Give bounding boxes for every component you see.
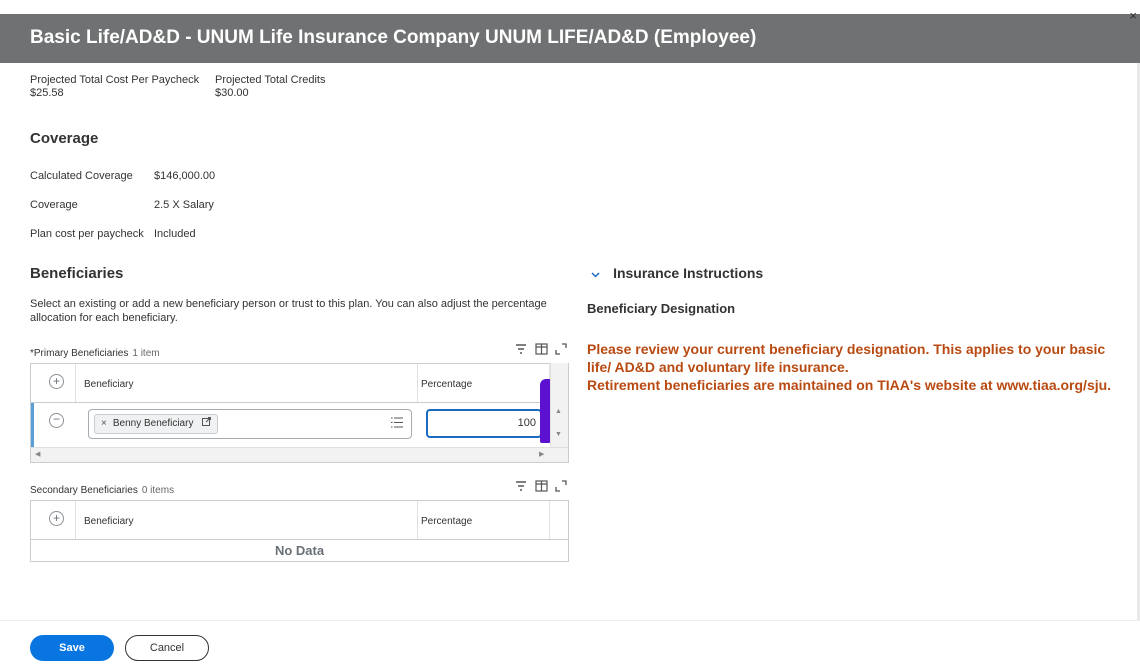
plan-cost-value: Included <box>154 228 196 240</box>
secondary-beneficiaries-grid: + Beneficiary Percentage No Data <box>30 500 569 562</box>
scroll-right-icon[interactable]: ▶ <box>539 450 544 458</box>
beneficiaries-description: Select an existing or add a new benefici… <box>30 298 547 324</box>
coverage-value: 2.5 X Salary <box>154 199 214 211</box>
secondary-count: 0 items <box>141 485 175 496</box>
insurance-instructions-toggle[interactable]: Insurance Instructions <box>591 265 763 281</box>
projected-credits-value: $30.00 <box>215 87 249 99</box>
calculated-coverage-label: Calculated Coverage <box>30 170 133 182</box>
expand-icon[interactable] <box>555 343 567 358</box>
columns-icon[interactable] <box>535 343 548 358</box>
projected-credits-label: Projected Total Credits <box>215 74 326 86</box>
coverage-heading: Coverage <box>30 130 99 147</box>
close-icon[interactable]: × <box>1129 8 1137 23</box>
save-button[interactable]: Save <box>30 635 114 661</box>
percentage-input[interactable]: 100 <box>426 409 542 438</box>
minus-circle-icon[interactable]: − <box>49 413 64 428</box>
plus-circle-icon[interactable]: + <box>49 374 64 389</box>
secondary-label-text: Secondary Beneficiaries <box>30 485 138 496</box>
chevron-down-icon[interactable] <box>591 269 603 281</box>
horizontal-scrollbar[interactable]: ◀ ▶ <box>31 447 568 462</box>
table-row: − × Benny Beneficiary 100 ▲ ▼ <box>31 363 568 462</box>
scroll-left-icon[interactable]: ◀ <box>35 450 40 458</box>
secondary-col-percentage: Percentage <box>421 516 473 527</box>
projected-cost-label: Projected Total Cost Per Paycheck <box>30 74 200 86</box>
instructions-line-2: Retirement beneficiaries are maintained … <box>587 377 1112 393</box>
primary-beneficiaries-grid: + Beneficiary Percentage − × Benny Benefi… <box>30 363 569 463</box>
primary-beneficiaries-label: *Primary Beneficiaries 1 item <box>30 348 160 359</box>
plus-circle-icon[interactable]: + <box>49 511 64 526</box>
projected-credits: Projected Total Credits $30.00 <box>215 74 325 100</box>
calculated-coverage-value: $146,000.00 <box>154 170 216 182</box>
filter-icon[interactable] <box>515 343 527 358</box>
scroll-up-icon[interactable]: ▲ <box>555 408 562 415</box>
no-data-text: No Data <box>274 543 325 558</box>
primary-col-percentage: Percentage <box>421 379 473 390</box>
cancel-button[interactable]: Cancel <box>125 635 209 661</box>
list-icon[interactable] <box>391 417 403 431</box>
plan-cost-label: Plan cost per paycheck <box>30 228 144 240</box>
page-title: Basic Life/AD&D - UNUM Life Insurance Co… <box>30 27 757 48</box>
primary-col-beneficiary: Beneficiary <box>84 379 134 390</box>
beneficiary-pill[interactable]: × Benny Beneficiary <box>94 414 219 434</box>
filter-icon[interactable] <box>515 480 527 495</box>
projected-cost-value: $25.58 <box>30 87 64 99</box>
secondary-grid-header: + Beneficiary Percentage <box>31 501 568 540</box>
primary-grid-header: + Beneficiary Percentage <box>31 364 568 403</box>
beneficiaries-heading: Beneficiaries <box>30 265 124 282</box>
instructions-text: Please review your current beneficiary d… <box>587 340 1117 394</box>
page-header: Basic Life/AD&D - UNUM Life Insurance Co… <box>0 8 1140 63</box>
insurance-instructions-heading: Insurance Instructions <box>613 265 764 281</box>
beneficiary-designation-heading: Beneficiary Designation <box>587 301 736 316</box>
external-link-icon[interactable] <box>199 417 212 429</box>
instructions-line-1: Please review your current beneficiary d… <box>587 341 1106 375</box>
scroll-down-icon[interactable]: ▼ <box>555 431 562 438</box>
columns-icon[interactable] <box>535 480 548 495</box>
secondary-beneficiaries-label: Secondary Beneficiaries 0 items <box>30 485 174 496</box>
primary-count: 1 item <box>132 348 160 359</box>
projected-cost: Projected Total Cost Per Paycheck $25.58 <box>30 74 199 100</box>
primary-label-text: *Primary Beneficiaries <box>30 348 129 359</box>
beneficiary-name: Benny Beneficiary <box>112 418 194 429</box>
secondary-col-beneficiary: Beneficiary <box>84 516 134 527</box>
footer-divider <box>0 620 1140 621</box>
remove-pill-icon[interactable]: × <box>101 418 107 429</box>
beneficiary-prompt[interactable]: × Benny Beneficiary <box>88 409 412 439</box>
coverage-label: Coverage <box>30 199 78 211</box>
expand-icon[interactable] <box>555 480 567 495</box>
